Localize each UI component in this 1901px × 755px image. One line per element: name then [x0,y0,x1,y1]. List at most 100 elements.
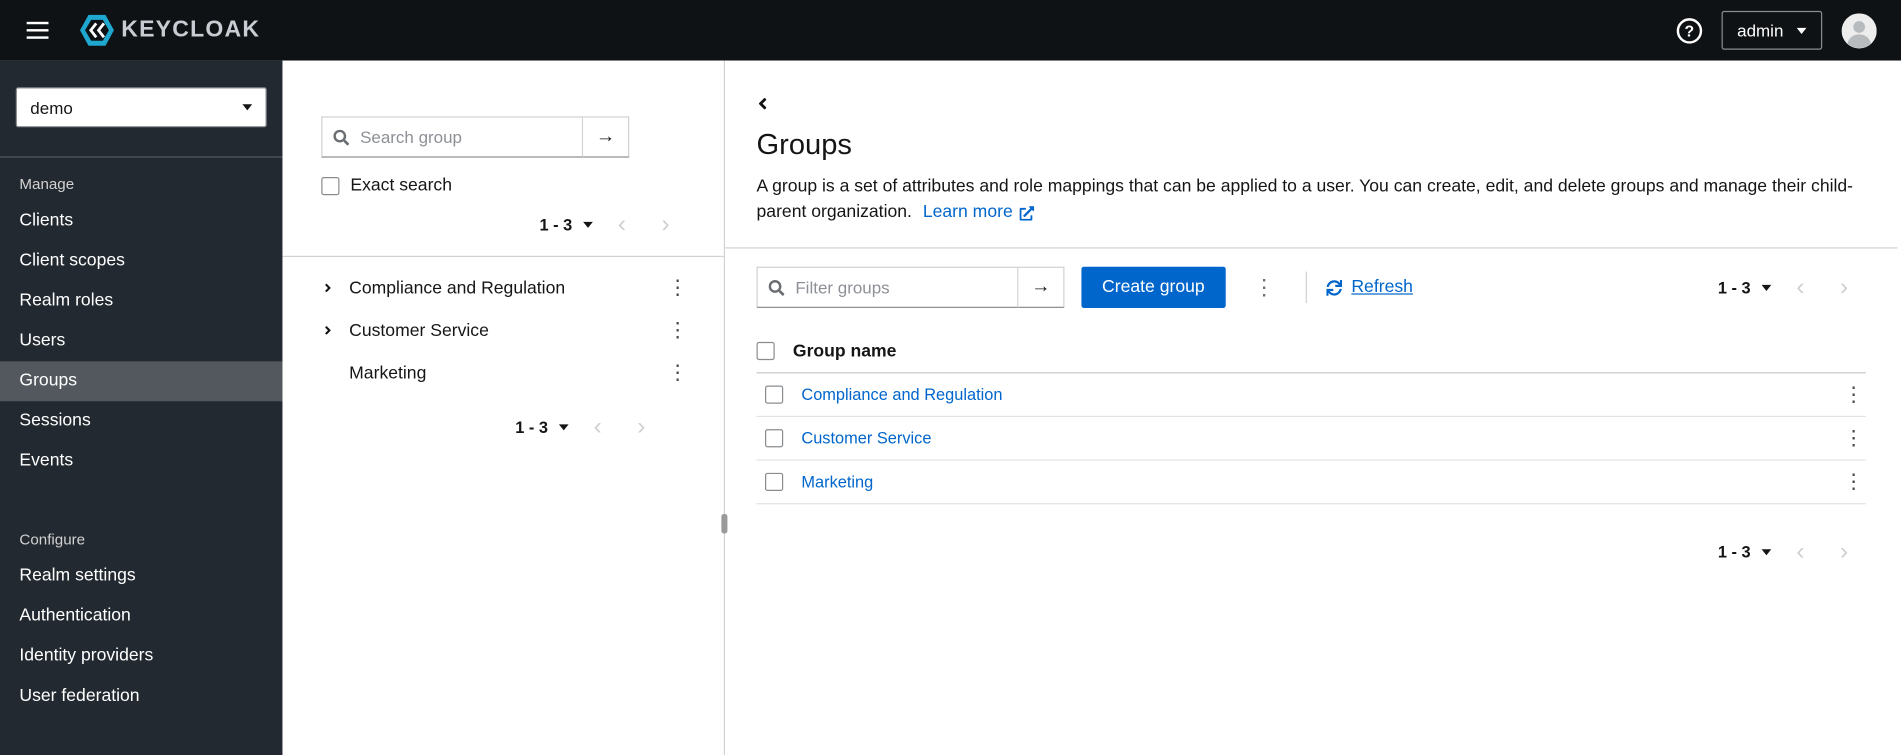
sidebar-item-users[interactable]: Users [0,321,282,361]
sidebar-item-realm-roles[interactable]: Realm roles [0,281,282,321]
sidebar: demo Manage Clients Client scopes Realm … [0,60,283,755]
avatar[interactable] [1841,12,1877,48]
kebab-menu-icon[interactable]: ⋮ [666,273,690,303]
sidebar-item-authentication[interactable]: Authentication [0,596,282,636]
filter-submit-button[interactable]: → [1018,266,1065,308]
table-row[interactable]: Customer Service ⋮ [756,417,1866,461]
kebab-menu-icon[interactable]: ⋮ [1242,272,1286,304]
kebab-menu-icon[interactable]: ⋮ [1842,467,1866,497]
sidebar-item-user-federation[interactable]: User federation [0,677,282,717]
exact-search-label: Exact search [350,175,453,196]
realm-selector[interactable]: demo [15,87,267,128]
sidebar-item-events[interactable]: Events [0,441,282,481]
row-checkbox[interactable] [765,385,784,404]
pagination-menu-toggle[interactable]: 1 - 3 [532,210,600,238]
help-icon[interactable]: ? [1676,17,1702,44]
divider [282,255,724,258]
row-checkbox[interactable] [765,429,784,448]
group-tree-list: Compliance and Regulation ⋮ Customer Ser… [282,267,723,394]
pagination-range: 1 - 3 [1717,542,1751,561]
learn-more-link[interactable]: Learn more [923,200,1035,225]
kebab-menu-icon[interactable]: ⋮ [666,358,690,388]
exact-search-checkbox[interactable] [321,176,340,195]
angle-left-icon [758,97,767,110]
sidebar-section-title: Configure [19,531,86,548]
sidebar-item-client-scopes[interactable]: Client scopes [0,241,282,281]
kebab-menu-icon[interactable]: ⋮ [1842,423,1866,453]
group-tree-item-label[interactable]: Marketing [349,363,665,382]
keycloak-logo-icon [80,13,114,47]
chevron-down-icon [1796,27,1807,34]
sidebar-item-identity-providers[interactable]: Identity providers [0,636,282,676]
kebab-menu-icon[interactable]: ⋮ [1842,380,1866,410]
pagination-range: 1 - 3 [515,417,548,436]
expand-chevron-icon[interactable] [321,281,349,294]
group-tree-toolbar: → Exact search 1 - 3 ‹ › [282,116,723,240]
pagination-menu-toggle[interactable]: 1 - 3 [1711,538,1779,566]
expand-chevron-icon[interactable] [321,324,349,337]
realm-selector-area: demo [0,61,283,158]
sidebar-item-groups[interactable]: Groups [0,361,283,402]
group-tree-item[interactable]: Customer Service ⋮ [282,309,723,351]
chevron-down-icon [1761,284,1772,291]
arrow-right-icon: → [1031,276,1051,298]
group-tree-item-label[interactable]: Customer Service [349,321,665,340]
filter-groups-input[interactable] [792,276,1007,299]
arrow-right-icon: → [595,126,616,147]
row-checkbox[interactable] [765,472,784,492]
pagination-next-button[interactable]: › [620,411,664,443]
external-link-icon [1020,205,1035,221]
kebab-menu-icon[interactable]: ⋮ [666,315,690,345]
group-tree-item[interactable]: Compliance and Regulation ⋮ [282,267,723,309]
learn-more-label: Learn more [922,202,1013,222]
pagination-next-button[interactable]: › [644,209,688,241]
pagination-range: 1 - 3 [539,215,573,234]
collapse-panel-button[interactable] [749,90,776,118]
group-search-input[interactable] [357,126,572,148]
pagination-menu-toggle[interactable]: 1 - 3 [508,413,576,441]
table-row[interactable]: Marketing ⋮ [756,461,1866,505]
refresh-label: Refresh [1351,277,1413,298]
tree-pagination-bottom: 1 - 3 ‹ › [282,411,723,443]
column-header-group-name: Group name [792,341,897,361]
masthead-toolbar: ? admin [1676,10,1877,50]
group-name-link[interactable]: Customer Service [801,429,1841,447]
pagination-menu-toggle[interactable]: 1 - 3 [1711,273,1779,301]
pagination-range: 1 - 3 [1717,278,1751,297]
user-menu-dropdown[interactable]: admin [1721,10,1823,50]
select-all-checkbox[interactable] [756,341,775,361]
table-header-row: Group name [756,330,1866,374]
search-icon [333,129,350,145]
user-menu-label: admin [1737,20,1784,41]
filter-groups-box [756,266,1019,308]
group-search-box [321,116,584,158]
pagination-prev-button[interactable]: ‹ [1779,536,1823,568]
panel-resize-handle[interactable] [721,514,728,534]
group-name-link[interactable]: Marketing [801,473,1841,491]
keycloak-logo-text: KEYCLOAK [121,16,261,43]
search-submit-button[interactable]: → [583,116,630,158]
table-row[interactable]: Compliance and Regulation ⋮ [756,373,1866,418]
search-icon [768,279,785,296]
chevron-down-icon [1761,548,1772,555]
nav-toggle-button[interactable] [15,12,61,48]
sidebar-item-clients[interactable]: Clients [0,201,282,241]
group-tree-item[interactable]: Marketing ⋮ [282,352,723,394]
refresh-button[interactable]: Refresh [1325,277,1413,298]
keycloak-logo[interactable]: KEYCLOAK [80,13,260,47]
pagination-next-button[interactable]: › [1822,272,1866,304]
group-tree-item-label[interactable]: Compliance and Regulation [349,278,665,297]
pagination-prev-button[interactable]: ‹ [600,209,644,241]
group-name-link[interactable]: Compliance and Regulation [801,386,1841,404]
sidebar-section-configure: Configure Realm settings Authentication … [0,513,282,717]
sidebar-item-sessions[interactable]: Sessions [0,401,282,441]
create-group-button[interactable]: Create group [1081,266,1226,308]
chevron-down-icon [583,221,593,228]
sidebar-section-manage: Manage Clients Client scopes Realm roles… [0,158,283,482]
realm-selector-value: demo [30,97,73,117]
pagination-next-button[interactable]: › [1822,536,1866,568]
sidebar-item-realm-settings[interactable]: Realm settings [0,556,282,596]
exact-search-toggle[interactable]: Exact search [321,176,687,195]
pagination-prev-button[interactable]: ‹ [1779,272,1823,304]
pagination-prev-button[interactable]: ‹ [576,411,620,443]
